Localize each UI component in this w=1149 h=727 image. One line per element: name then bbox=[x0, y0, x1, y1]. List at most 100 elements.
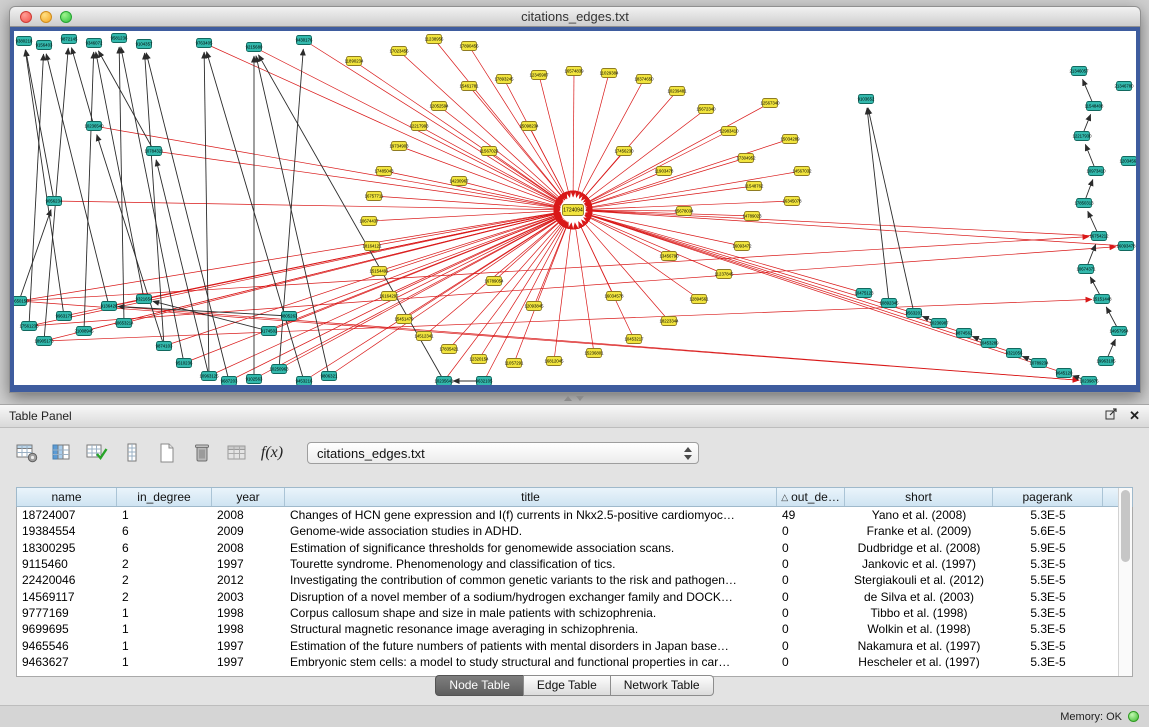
graph-node-label: 9136428 bbox=[101, 304, 118, 309]
graph-node-label: 10963125 bbox=[199, 374, 219, 379]
cell-out_de: 0 bbox=[777, 639, 845, 653]
table-select-dropdown[interactable]: citations_edges.txt bbox=[307, 442, 699, 464]
graph-node-label: 9430176 bbox=[296, 38, 313, 43]
cell-out_de: 0 bbox=[777, 557, 845, 571]
cell-pagerank: 5.3E-5 bbox=[993, 639, 1103, 653]
table-row[interactable]: 2242004622012Investigating the contribut… bbox=[17, 572, 1132, 588]
tab-network-table[interactable]: Network Table bbox=[610, 675, 714, 696]
cell-in_degree: 1 bbox=[117, 606, 212, 620]
graph-edge bbox=[279, 216, 562, 369]
cell-out_de: 0 bbox=[777, 541, 845, 555]
cell-name: 9463627 bbox=[17, 655, 117, 669]
graph-node-label: 9563201 bbox=[906, 311, 923, 316]
cell-title: Investigating the contribution of common… bbox=[285, 573, 777, 587]
cell-out_de: 0 bbox=[777, 573, 845, 587]
graph-node-label: 12093845 bbox=[524, 304, 544, 309]
graph-node-label: 11567023 bbox=[480, 149, 499, 154]
graph-edge bbox=[867, 108, 889, 303]
graph-edge bbox=[586, 211, 1099, 236]
scrollbar-thumb[interactable] bbox=[1121, 490, 1130, 562]
graph-node-label: 10235641 bbox=[434, 379, 454, 384]
column-header-in_degree[interactable]: in_degree bbox=[117, 488, 212, 506]
graph-edge bbox=[289, 215, 561, 316]
graph-edge bbox=[97, 135, 164, 346]
graph-edge bbox=[585, 214, 1064, 373]
column-header-name[interactable]: name bbox=[17, 488, 117, 506]
table-row[interactable]: 969969511998Structural magnetic resonanc… bbox=[17, 621, 1132, 637]
graph-node-label: 9056234 bbox=[46, 199, 63, 204]
table-row[interactable]: 1456911722003Disruption of a novel membe… bbox=[17, 588, 1132, 604]
float-panel-icon[interactable] bbox=[1105, 407, 1118, 425]
cell-pagerank: 5.3E-5 bbox=[993, 606, 1103, 620]
close-panel-icon[interactable]: ✕ bbox=[1129, 405, 1140, 427]
graph-node-label: 9632105 bbox=[476, 379, 493, 384]
table-mode-button[interactable] bbox=[13, 440, 41, 466]
table-row[interactable]: 946362711997Embryonic stem cells: a mode… bbox=[17, 654, 1132, 670]
cell-pagerank: 5.9E-5 bbox=[993, 541, 1103, 555]
graph-node-label: 12320154 bbox=[469, 357, 489, 362]
column-header-year[interactable]: year bbox=[212, 488, 285, 506]
cell-in_degree: 1 bbox=[117, 639, 212, 653]
import-table-button[interactable] bbox=[153, 440, 181, 466]
splitter-handle[interactable] bbox=[561, 394, 587, 403]
column-header-pagerank[interactable]: pagerank bbox=[993, 488, 1103, 506]
graph-edge bbox=[573, 71, 574, 197]
table-row[interactable]: 1938455462009Genome-wide association stu… bbox=[17, 523, 1132, 539]
graph-node-label: 15678034 bbox=[674, 209, 694, 214]
cell-short: Franke et al. (2009) bbox=[845, 524, 993, 538]
column-header-out_de[interactable]: △out_de… bbox=[777, 488, 845, 506]
graph-edge bbox=[71, 48, 94, 126]
desktop: citations_edges.txt 15461781120525941221… bbox=[0, 0, 1149, 727]
graph-edge bbox=[369, 211, 560, 221]
close-window-button[interactable] bbox=[20, 11, 32, 23]
table-header-row: namein_degreeyeartitle△out_de…shortpager… bbox=[16, 487, 1133, 507]
function-builder-button[interactable]: f(x) bbox=[258, 440, 286, 466]
graph-edge bbox=[539, 75, 570, 197]
graph-node-label: 16812045 bbox=[544, 359, 564, 364]
graph-node-label: 1724094 bbox=[563, 208, 583, 214]
column-header-title[interactable]: title bbox=[285, 488, 777, 506]
cell-title: Disruption of a novel member of a sodium… bbox=[285, 590, 777, 604]
table-tabs: Node Table Edge Table Network Table bbox=[0, 675, 1149, 696]
graph-node-label: 10674371 bbox=[1076, 267, 1096, 272]
minimize-window-button[interactable] bbox=[40, 11, 52, 23]
table-row[interactable]: 946554611997Estimation of the future num… bbox=[17, 637, 1132, 653]
cell-short: Nakamura et al. (1997) bbox=[845, 639, 993, 653]
column-header-short[interactable]: short bbox=[845, 488, 993, 506]
graph-edge bbox=[469, 46, 566, 199]
cell-pagerank: 5.3E-5 bbox=[993, 655, 1103, 669]
table-row[interactable]: 911546021997Tourette syndrome. Phenomeno… bbox=[17, 556, 1132, 572]
table-row[interactable]: 977716911998Corpus callosum shape and si… bbox=[17, 605, 1132, 621]
window-titlebar[interactable]: citations_edges.txt bbox=[9, 6, 1141, 27]
graph-node-label: 16789054 bbox=[484, 279, 504, 284]
graph-node-label: 11903478 bbox=[655, 169, 674, 174]
cell-in_degree: 2 bbox=[117, 573, 212, 587]
edit-values-button[interactable] bbox=[118, 440, 146, 466]
zoom-window-button[interactable] bbox=[60, 11, 72, 23]
graph-node-label: 9215680 bbox=[246, 45, 263, 50]
window-title: citations_edges.txt bbox=[10, 7, 1140, 26]
cell-short: Tibbo et al. (1998) bbox=[845, 606, 993, 620]
create-column-button[interactable] bbox=[83, 440, 111, 466]
table-body: 1872400712008Changes of HCN gene express… bbox=[16, 507, 1133, 677]
graph-node-label: 10973410 bbox=[1086, 169, 1106, 174]
graph-node-label: 12034561 bbox=[1119, 159, 1136, 164]
table-scrollbar[interactable] bbox=[1118, 488, 1132, 676]
graph-node-label: 18223344 bbox=[659, 319, 679, 324]
tab-edge-table[interactable]: Edge Table bbox=[523, 675, 611, 696]
table-row[interactable]: 1872400712008Changes of HCN gene express… bbox=[17, 507, 1132, 523]
cell-name: 9465546 bbox=[17, 639, 117, 653]
show-columns-button[interactable] bbox=[48, 440, 76, 466]
cell-title: Structural magnetic resonance image aver… bbox=[285, 622, 777, 636]
graph-edge bbox=[54, 201, 560, 210]
export-table-button[interactable] bbox=[223, 440, 251, 466]
graph-edge bbox=[449, 220, 564, 349]
table-row[interactable]: 1830029562008Estimation of significance … bbox=[17, 540, 1132, 556]
tab-node-table[interactable]: Node Table bbox=[435, 675, 524, 696]
graph-node-label: 15451479 bbox=[394, 317, 414, 322]
graph-canvas[interactable]: 1546178112052594122179931973490317485043… bbox=[14, 31, 1136, 385]
graph-edge bbox=[258, 55, 444, 381]
delete-table-button[interactable] bbox=[188, 440, 216, 466]
graph-edge bbox=[207, 52, 304, 381]
graph-edge bbox=[514, 222, 568, 363]
